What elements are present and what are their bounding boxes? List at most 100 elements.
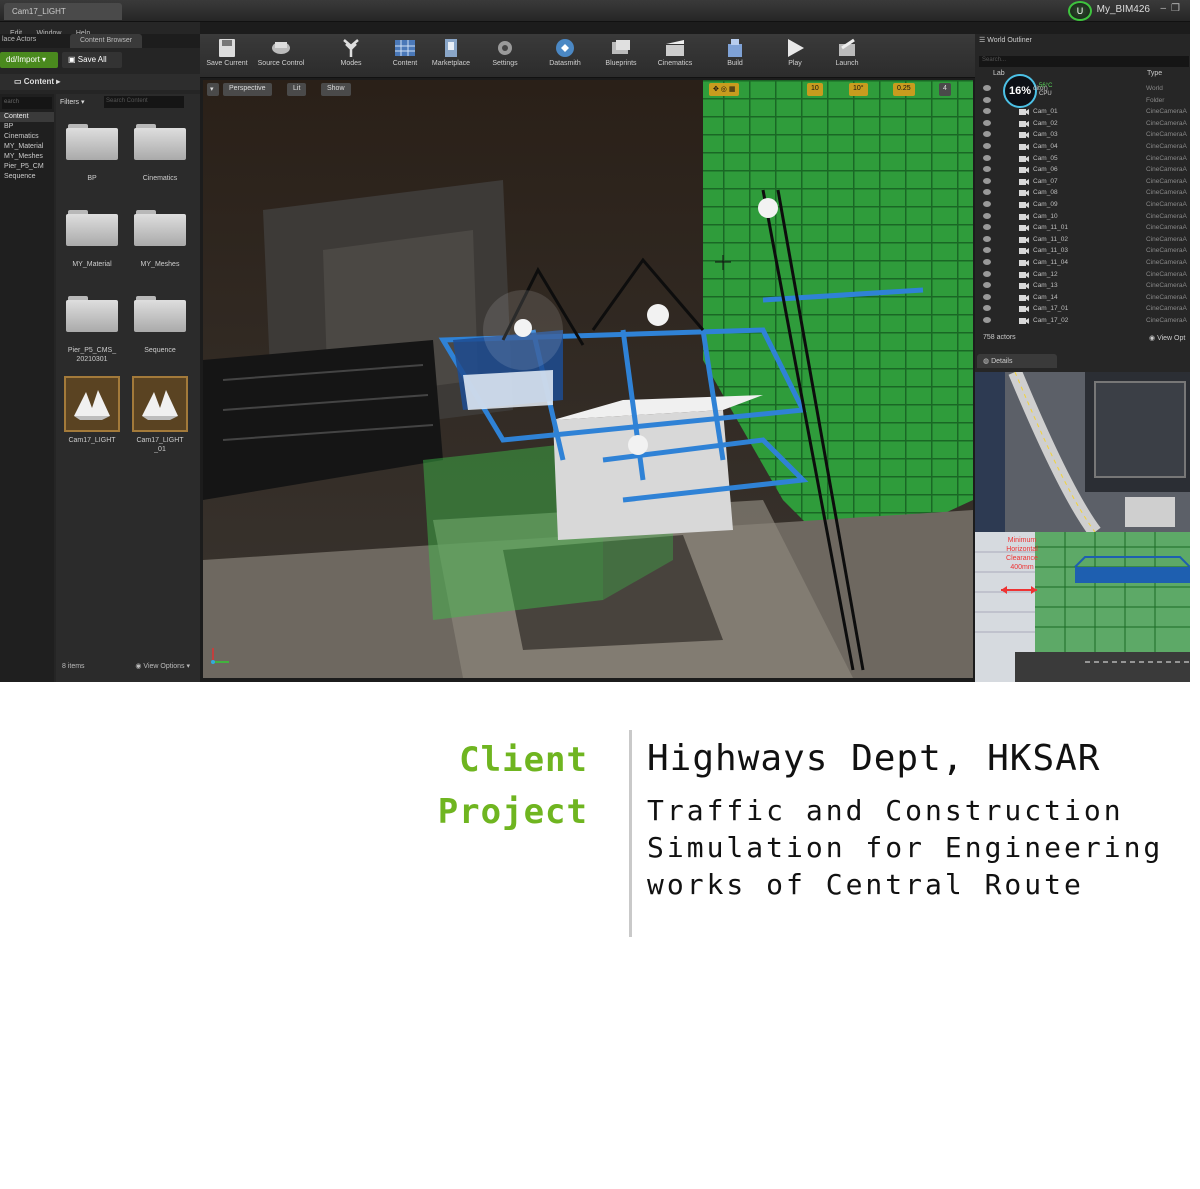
world-outliner-tab[interactable]: ☰ World Outliner: [979, 36, 1032, 44]
window-tab[interactable]: Cam17_LIGHT: [4, 3, 122, 20]
content-search-input[interactable]: Search Content: [104, 96, 184, 108]
outliner-row[interactable]: Cam_11_01 CineCameraA: [975, 223, 1190, 234]
visibility-eye-icon[interactable]: [983, 224, 991, 231]
visibility-eye-icon[interactable]: [983, 143, 991, 149]
build-button[interactable]: Build: [710, 36, 760, 76]
settings-button[interactable]: Settings: [480, 36, 530, 76]
play-button[interactable]: Play: [770, 36, 820, 76]
asset-blueprint-cam17-light[interactable]: Cam17_LIGHT: [60, 376, 124, 445]
asset-folder-bp[interactable]: BP: [60, 124, 124, 183]
perspective-button[interactable]: Perspective: [223, 83, 272, 96]
marketplace-button[interactable]: Marketplace: [426, 36, 476, 76]
scale-snap-value[interactable]: 0.25: [893, 83, 915, 96]
outliner-row-type: CineCameraA: [1146, 235, 1187, 243]
visibility-eye-icon[interactable]: [983, 131, 991, 138]
visibility-eye-icon[interactable]: [983, 317, 991, 323]
visibility-eye-icon[interactable]: [983, 293, 991, 300]
column-type[interactable]: Type: [1147, 70, 1162, 77]
restore-icon[interactable]: ❐: [1171, 3, 1180, 14]
view-options-button[interactable]: ◉ View Options ▾: [135, 662, 190, 670]
outliner-row[interactable]: Cam_17_02 CineCameraA: [975, 316, 1190, 327]
tree-item-sequence[interactable]: Sequence: [0, 172, 54, 182]
camera-speed-value[interactable]: 4: [939, 83, 951, 96]
visibility-eye-icon[interactable]: [983, 282, 991, 289]
outliner-row[interactable]: Cam_06 CineCameraA: [975, 165, 1190, 176]
outliner-row[interactable]: Cam_04 CineCameraA: [975, 142, 1190, 153]
outliner-row[interactable]: Cam_14 CineCameraA: [975, 293, 1190, 304]
visibility-eye-icon[interactable]: [983, 201, 991, 207]
outliner-row[interactable]: ditor) World: [975, 84, 1190, 95]
filters-button[interactable]: Filters ▾: [60, 98, 85, 106]
visibility-eye-icon[interactable]: [983, 166, 991, 173]
visibility-eye-icon[interactable]: [983, 270, 991, 277]
outliner-row[interactable]: Cam_02 CineCameraA: [975, 119, 1190, 130]
modes-button[interactable]: Modes: [326, 36, 376, 76]
camera-preview-thumbnails: Minimum Horizontal Clearance 400mm: [975, 369, 1190, 682]
outliner-row[interactable]: Folder: [975, 96, 1190, 107]
cine-camera-icon: [1019, 282, 1029, 290]
tree-search-input[interactable]: earch: [2, 97, 52, 109]
column-label[interactable]: Lab: [993, 70, 1005, 77]
visibility-eye-icon[interactable]: [983, 212, 991, 219]
datasmith-button[interactable]: Datasmith: [540, 36, 590, 76]
content-button[interactable]: Content: [380, 36, 430, 76]
source-control-button[interactable]: Source Control: [256, 36, 306, 76]
asset-blueprint-cam17-light-01[interactable]: Cam17_LIGHT_01: [128, 376, 192, 454]
asset-folder-pier[interactable]: Pier_P5_CMS_20210301: [60, 296, 124, 364]
visibility-eye-icon[interactable]: [983, 96, 991, 103]
outliner-row[interactable]: Cam_17_01 CineCameraA: [975, 304, 1190, 315]
outliner-row[interactable]: Cam_12 CineCameraA: [975, 270, 1190, 281]
lit-button[interactable]: Lit: [287, 83, 307, 96]
minimize-icon[interactable]: –: [1160, 3, 1166, 14]
visibility-eye-icon[interactable]: [983, 85, 991, 91]
breadcrumb[interactable]: ▭ Content ▸: [0, 74, 200, 90]
viewport-options-icon[interactable]: ▾: [207, 83, 219, 96]
visibility-eye-icon[interactable]: [983, 259, 991, 265]
visibility-eye-icon[interactable]: [983, 189, 991, 196]
tree-item-my-meshes[interactable]: MY_Meshes: [0, 152, 54, 162]
launch-button[interactable]: Launch: [822, 36, 872, 76]
tab-content-browser[interactable]: Content Browser: [70, 34, 143, 48]
outliner-search-input[interactable]: Search...: [979, 56, 1189, 67]
outliner-row[interactable]: Cam_01 CineCameraA: [975, 107, 1190, 118]
details-tab[interactable]: ◍ Details: [977, 354, 1057, 368]
outliner-row[interactable]: Cam_11_03 CineCameraA: [975, 246, 1190, 257]
outliner-row[interactable]: Cam_13 CineCameraA: [975, 281, 1190, 292]
save-current-button[interactable]: Save Current: [202, 36, 252, 76]
asset-folder-sequence[interactable]: Sequence: [128, 296, 192, 355]
visibility-eye-icon[interactable]: [983, 247, 991, 254]
show-button[interactable]: Show: [321, 83, 351, 96]
transform-tools-icon[interactable]: ✥ ◎ ▦: [709, 83, 740, 96]
outliner-row[interactable]: Cam_11_04 CineCameraA: [975, 258, 1190, 269]
blueprints-button[interactable]: Blueprints: [596, 36, 646, 76]
tab-place-actors[interactable]: lace Actors: [2, 36, 36, 43]
tree-item-cinematics[interactable]: Cinematics: [0, 132, 54, 142]
grid-snap-value[interactable]: 10: [807, 83, 823, 96]
outliner-row[interactable]: Cam_09 CineCameraA: [975, 200, 1190, 211]
add-import-button[interactable]: dd/Import ▾: [0, 52, 58, 68]
tree-item-my-material[interactable]: MY_Material: [0, 142, 54, 152]
tree-item-pier[interactable]: Pier_P5_CM: [0, 162, 54, 172]
outliner-row[interactable]: Cam_10 CineCameraA: [975, 212, 1190, 223]
visibility-eye-icon[interactable]: [983, 235, 991, 242]
asset-folder-my-material[interactable]: MY_Material: [60, 210, 124, 269]
outliner-row[interactable]: Cam_11_02 CineCameraA: [975, 235, 1190, 246]
save-all-button[interactable]: ▣ Save All: [62, 52, 122, 68]
visibility-eye-icon[interactable]: [983, 119, 991, 126]
cinematics-button[interactable]: Cinematics: [650, 36, 700, 76]
tree-item-bp[interactable]: BP: [0, 122, 54, 132]
tree-item-content[interactable]: Content: [0, 112, 54, 122]
asset-folder-my-meshes[interactable]: MY_Meshes: [128, 210, 192, 269]
visibility-eye-icon[interactable]: [983, 108, 991, 115]
outliner-row[interactable]: Cam_03 CineCameraA: [975, 130, 1190, 141]
asset-folder-cinematics[interactable]: Cinematics: [128, 124, 192, 183]
outliner-row[interactable]: Cam_07 CineCameraA: [975, 177, 1190, 188]
outliner-row[interactable]: Cam_05 CineCameraA: [975, 154, 1190, 165]
visibility-eye-icon[interactable]: [983, 305, 991, 312]
outliner-view-options-button[interactable]: ◉ View Opt: [1149, 334, 1185, 342]
level-viewport[interactable]: ▾ Perspective Lit Show ✥ ◎ ▦ 10 10° 0.25…: [203, 80, 973, 678]
visibility-eye-icon[interactable]: [983, 154, 991, 161]
outliner-row[interactable]: Cam_08 CineCameraA: [975, 188, 1190, 199]
visibility-eye-icon[interactable]: [983, 177, 991, 184]
rotation-snap-value[interactable]: 10°: [849, 83, 868, 96]
